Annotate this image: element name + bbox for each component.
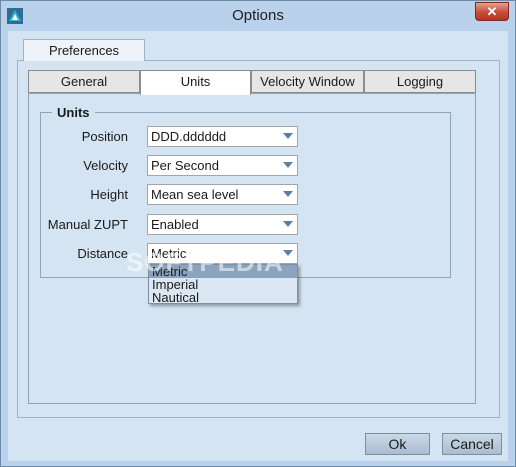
manual-zupt-label: Manual ZUPT (47, 217, 128, 232)
chevron-down-icon[interactable] (283, 221, 293, 227)
tab-units[interactable]: Units (140, 70, 251, 95)
position-label: Position (81, 129, 128, 144)
tab-preferences[interactable]: Preferences (23, 39, 145, 61)
chevron-down-icon[interactable] (283, 250, 293, 256)
close-button[interactable]: ✕ (475, 2, 509, 21)
velocity-label: Velocity (83, 158, 128, 173)
ok-button[interactable]: Ok (365, 433, 430, 455)
distance-label: Distance (77, 246, 128, 261)
manual-zupt-select-value: Enabled (151, 217, 199, 232)
position-select[interactable]: DDD.dddddd (147, 126, 298, 147)
velocity-select[interactable]: Per Second (147, 155, 298, 176)
tab-general[interactable]: General (28, 70, 140, 93)
chevron-down-icon[interactable] (283, 133, 293, 139)
tab-velocity-window[interactable]: Velocity Window (251, 70, 364, 93)
height-label: Height (90, 187, 128, 202)
height-select-value: Mean sea level (151, 187, 239, 202)
cancel-button[interactable]: Cancel (442, 433, 502, 455)
watermark: SOFTPEDIA (126, 247, 284, 277)
tab-logging[interactable]: Logging (364, 70, 476, 93)
height-select[interactable]: Mean sea level (147, 184, 298, 205)
title-bar[interactable]: Options ✕ (1, 1, 515, 31)
chevron-down-icon[interactable] (283, 191, 293, 197)
chevron-down-icon[interactable] (283, 162, 293, 168)
options-window: Options ✕ Preferences General Units Velo… (0, 0, 516, 467)
window-title: Options (232, 7, 284, 24)
manual-zupt-select[interactable]: Enabled (147, 214, 298, 235)
units-group-title: Units (52, 105, 95, 120)
client-area: Preferences General Units Velocity Windo… (8, 31, 508, 461)
dropdown-option-nautical[interactable]: Nautical (149, 291, 297, 304)
velocity-select-value: Per Second (151, 158, 219, 173)
position-select-value: DDD.dddddd (151, 129, 227, 144)
